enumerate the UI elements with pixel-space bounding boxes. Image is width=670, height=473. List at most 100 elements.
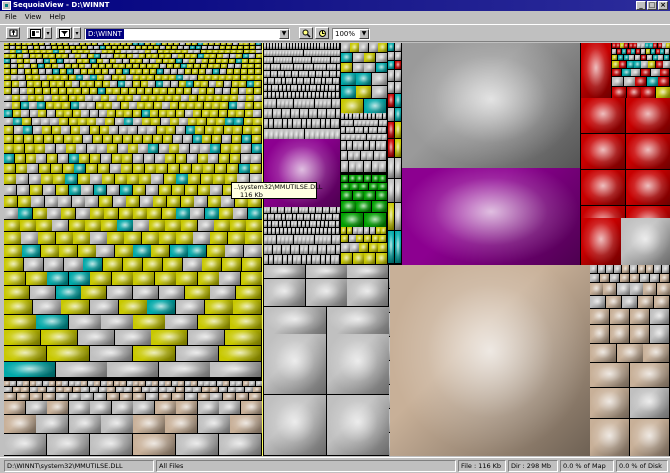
- file-cell[interactable]: [248, 208, 262, 219]
- file-cell[interactable]: [327, 57, 330, 63]
- file-cell[interactable]: [364, 227, 369, 234]
- file-cell[interactable]: [328, 228, 331, 234]
- file-cell[interactable]: [305, 43, 307, 49]
- file-cell[interactable]: [255, 64, 261, 68]
- file-cell[interactable]: [59, 118, 68, 125]
- file-cell[interactable]: [630, 265, 637, 273]
- file-cell[interactable]: [278, 119, 282, 128]
- file-cell[interactable]: [233, 126, 242, 134]
- file-cell[interactable]: [307, 78, 310, 84]
- file-cell[interactable]: [300, 228, 303, 234]
- file-cell[interactable]: [603, 283, 616, 295]
- file-cell[interactable]: [205, 75, 212, 80]
- file-cell[interactable]: [379, 113, 382, 119]
- file-cell[interactable]: [376, 253, 387, 264]
- file-cell[interactable]: [129, 102, 137, 109]
- file-cell[interactable]: [98, 164, 109, 173]
- file-cell[interactable]: [284, 92, 287, 98]
- file-cell[interactable]: [264, 307, 326, 334]
- file-cell[interactable]: [215, 43, 220, 45]
- file-cell[interactable]: [167, 110, 175, 117]
- file-cell[interactable]: [368, 113, 371, 119]
- file-cell[interactable]: [64, 110, 72, 117]
- file-cell[interactable]: [106, 88, 113, 94]
- file-cell[interactable]: [133, 245, 151, 257]
- file-cell[interactable]: [137, 88, 144, 94]
- file-cell[interactable]: [115, 330, 151, 345]
- file-cell[interactable]: [332, 228, 335, 234]
- file-cell[interactable]: [336, 245, 340, 254]
- file-cell[interactable]: [378, 43, 387, 52]
- file-cell[interactable]: [74, 164, 85, 173]
- file-cell[interactable]: [341, 73, 356, 85]
- file-cell[interactable]: [4, 110, 12, 117]
- file-cell[interactable]: [185, 69, 191, 74]
- file-cell[interactable]: [170, 118, 179, 125]
- file-cell[interactable]: [107, 232, 124, 244]
- file-cell[interactable]: [51, 88, 58, 94]
- file-cell[interactable]: [156, 164, 167, 173]
- filter-dropdown[interactable]: ▾: [73, 27, 81, 39]
- file-cell[interactable]: [187, 102, 195, 109]
- file-cell[interactable]: [41, 330, 77, 345]
- file-cell[interactable]: [69, 154, 79, 163]
- file-cell[interactable]: [284, 43, 286, 49]
- file-cell[interactable]: [337, 57, 340, 63]
- file-cell[interactable]: [307, 255, 311, 264]
- file-cell[interactable]: [36, 154, 46, 163]
- file-cell[interactable]: [272, 228, 275, 234]
- file-cell[interactable]: [90, 154, 100, 163]
- file-cell[interactable]: [179, 118, 188, 125]
- file-cell[interactable]: [341, 183, 350, 190]
- file-cell[interactable]: [80, 126, 89, 134]
- file-cell[interactable]: [334, 43, 336, 49]
- file-cell[interactable]: [244, 245, 262, 257]
- file-cell[interactable]: [53, 174, 65, 184]
- file-cell[interactable]: [647, 77, 658, 86]
- file-cell[interactable]: [383, 120, 387, 126]
- file-cell[interactable]: [4, 387, 12, 392]
- file-cell[interactable]: [155, 75, 162, 80]
- file-cell[interactable]: [110, 164, 121, 173]
- file-cell[interactable]: [45, 43, 50, 45]
- file-cell[interactable]: [395, 43, 401, 51]
- file-cell[interactable]: [115, 43, 120, 45]
- file-cell[interactable]: [4, 330, 40, 345]
- file-cell[interactable]: [341, 175, 348, 182]
- file-cell[interactable]: [4, 118, 13, 125]
- file-cell[interactable]: [123, 59, 129, 63]
- file-cell[interactable]: [221, 64, 227, 68]
- file-cell[interactable]: [233, 300, 261, 314]
- file-cell[interactable]: [126, 64, 132, 68]
- file-cell[interactable]: [95, 81, 102, 87]
- file-cell[interactable]: [191, 54, 197, 58]
- file-cell[interactable]: [370, 227, 375, 234]
- file-cell[interactable]: [139, 54, 145, 58]
- file-cell[interactable]: [581, 218, 621, 265]
- file-cell[interactable]: [47, 110, 55, 117]
- file-cell[interactable]: [4, 315, 36, 329]
- file-cell[interactable]: [108, 50, 114, 53]
- file-cell[interactable]: [159, 387, 167, 392]
- file-cell[interactable]: [640, 274, 649, 282]
- file-cell[interactable]: [358, 227, 363, 234]
- file-cell[interactable]: [56, 232, 73, 244]
- file-cell[interactable]: [210, 362, 261, 377]
- file-cell[interactable]: [226, 46, 231, 49]
- file-cell[interactable]: [4, 43, 9, 45]
- view-mode-dropdown[interactable]: ▾: [44, 27, 52, 39]
- file-cell[interactable]: [590, 283, 603, 295]
- file-cell[interactable]: [115, 174, 127, 184]
- file-cell[interactable]: [622, 49, 626, 54]
- file-cell[interactable]: [369, 243, 378, 252]
- file-cell[interactable]: [73, 110, 81, 117]
- file-cell[interactable]: [379, 175, 386, 182]
- file-cell[interactable]: [113, 88, 120, 94]
- file-cell[interactable]: [85, 220, 101, 231]
- file-cell[interactable]: [395, 231, 401, 263]
- file-cell[interactable]: [120, 393, 132, 400]
- file-cell[interactable]: [287, 221, 290, 227]
- file-cell[interactable]: [195, 126, 204, 134]
- file-cell[interactable]: [288, 228, 291, 234]
- file-cell[interactable]: [120, 381, 126, 386]
